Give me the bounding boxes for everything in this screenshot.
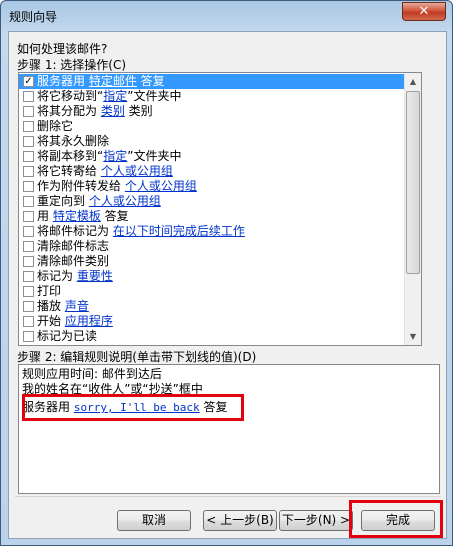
action-row[interactable]: 标记为已读: [19, 329, 405, 344]
action-checkbox[interactable]: [23, 151, 34, 162]
action-row[interactable]: 重定向到 个人或公用组: [19, 194, 405, 209]
action-text: 答复: [100, 209, 129, 223]
action-text: 用: [37, 209, 53, 223]
action-value-link[interactable]: 特定邮件: [89, 74, 137, 88]
action-text: 清除邮件类别: [37, 254, 110, 268]
action-checkbox[interactable]: [23, 226, 34, 237]
action-text: 清除邮件标志: [37, 239, 110, 253]
action-value-link[interactable]: 个人或公用组: [101, 164, 173, 178]
next-button[interactable]: 下一步(N) >: [279, 510, 353, 531]
close-button[interactable]: ✕: [402, 2, 446, 21]
action-text: 将其分配为: [37, 104, 101, 118]
action-value-link[interactable]: 在以下时间完成后续工作: [113, 224, 245, 238]
action-text: 服务器用: [37, 74, 89, 88]
action-value-link[interactable]: 声音: [65, 299, 89, 313]
action-row[interactable]: 删除它: [19, 119, 405, 134]
question-label: 如何处理该邮件?: [17, 42, 108, 56]
action-row[interactable]: 将副本移到“指定”文件夹中: [19, 149, 405, 164]
highlight-frame-reply: [22, 394, 244, 421]
action-checkbox[interactable]: [23, 271, 34, 282]
rules-wizard-window: 规则向导 ✕ 如何处理该邮件? 步骤 1: 选择操作(C) 标记为已读 开始 应用…: [0, 0, 453, 546]
action-checkbox[interactable]: [23, 241, 34, 252]
action-text: 播放: [37, 299, 65, 313]
action-value-link[interactable]: 类别: [101, 104, 125, 118]
action-value-link[interactable]: 个人或公用组: [125, 179, 197, 193]
action-text: 开始: [37, 314, 65, 328]
action-row[interactable]: 用 特定模板 答复: [19, 209, 405, 224]
step1-label: 步骤 1: 选择操作(C): [17, 58, 127, 72]
action-row[interactable]: 标记为 重要性: [19, 269, 405, 284]
action-text: 打印: [37, 284, 62, 298]
action-text: 将它转寄给: [37, 164, 101, 178]
action-row[interactable]: 开始 应用程序: [19, 314, 405, 329]
action-checkbox[interactable]: [23, 301, 34, 312]
dialog-body: 如何处理该邮件? 步骤 1: 选择操作(C) 标记为已读 开始 应用程序 播放 声音…: [8, 31, 447, 539]
action-row[interactable]: 作为附件转发给 个人或公用组: [19, 179, 405, 194]
scroll-up-icon[interactable]: ▲: [405, 73, 421, 90]
action-value-link[interactable]: 指定: [103, 149, 127, 163]
action-value-link[interactable]: 指定: [103, 89, 127, 103]
action-text: 将邮件标记为: [37, 224, 113, 238]
action-row[interactable]: 将邮件标记为 在以下时间完成后续工作: [19, 224, 405, 239]
action-text: 将其永久删除: [37, 134, 110, 148]
action-value-link[interactable]: 应用程序: [65, 314, 113, 328]
action-checkbox[interactable]: [23, 196, 34, 207]
scroll-down-icon[interactable]: ▼: [405, 328, 421, 345]
action-text: 标记为: [37, 269, 77, 283]
action-checkbox[interactable]: [23, 286, 34, 297]
actions-list[interactable]: 标记为已读 开始 应用程序 播放 声音 打印 标记为 重要性 清除邮件类别 清除邮件标志 将邮…: [18, 72, 422, 346]
action-checkbox[interactable]: [23, 331, 34, 342]
action-text: 删除它: [37, 119, 74, 133]
action-row[interactable]: 清除邮件标志: [19, 239, 405, 254]
action-checkbox[interactable]: ✓: [23, 76, 34, 87]
action-text: 类别: [124, 104, 153, 118]
button-divider: [15, 496, 441, 497]
action-row[interactable]: 将它转寄给 个人或公用组: [19, 164, 405, 179]
scroll-thumb[interactable]: [406, 91, 420, 274]
action-checkbox[interactable]: [23, 211, 34, 222]
action-value-link[interactable]: 个人或公用组: [89, 194, 161, 208]
action-text: 标记为已读: [37, 329, 98, 343]
action-row[interactable]: 将其分配为 类别 类别: [19, 104, 405, 119]
highlight-frame-finish: [349, 500, 443, 538]
action-text: ”文件夹中: [127, 89, 182, 103]
action-row[interactable]: 将其永久删除: [19, 134, 405, 149]
action-row[interactable]: ✓ 服务器用 特定邮件 答复: [19, 74, 405, 89]
action-row[interactable]: 打印: [19, 284, 405, 299]
rule-line-apply-time: 规则应用时间: 邮件到达后: [22, 367, 162, 381]
rule-description-box: 规则应用时间: 邮件到达后 我的姓名在“收件人”或“抄送”框中 服务器用 sor…: [18, 364, 440, 494]
window-title: 规则向导: [9, 10, 58, 24]
action-checkbox[interactable]: [23, 256, 34, 267]
action-checkbox[interactable]: [23, 121, 34, 132]
action-text: 作为附件转发给: [37, 179, 125, 193]
action-checkbox[interactable]: [23, 181, 34, 192]
action-text: 重定向到: [37, 194, 89, 208]
action-row[interactable]: 将它移动到“指定”文件夹中: [19, 89, 405, 104]
back-button[interactable]: < 上一步(B): [203, 510, 277, 531]
action-text: 将副本移到“: [37, 149, 104, 163]
action-text: ”文件夹中: [127, 149, 182, 163]
action-checkbox[interactable]: [23, 91, 34, 102]
actions-list-scrollbar[interactable]: ▲ ▼: [404, 73, 421, 345]
action-checkbox[interactable]: [23, 316, 34, 327]
action-row[interactable]: 播放 声音: [19, 299, 405, 314]
cancel-button[interactable]: 取消: [117, 510, 191, 531]
action-checkbox[interactable]: [23, 106, 34, 117]
title-bar: 规则向导 ✕: [1, 1, 452, 31]
action-checkbox[interactable]: [23, 166, 34, 177]
action-value-link[interactable]: 特定模板: [53, 209, 101, 223]
step2-label: 步骤 2: 编辑规则说明(单击带下划线的值)(D): [17, 350, 257, 364]
action-text: 将它移动到“: [37, 89, 104, 103]
action-checkbox[interactable]: [23, 136, 34, 147]
action-value-link[interactable]: 重要性: [77, 269, 113, 283]
action-row[interactable]: 清除邮件类别: [19, 254, 405, 269]
action-text: 答复: [136, 74, 165, 88]
